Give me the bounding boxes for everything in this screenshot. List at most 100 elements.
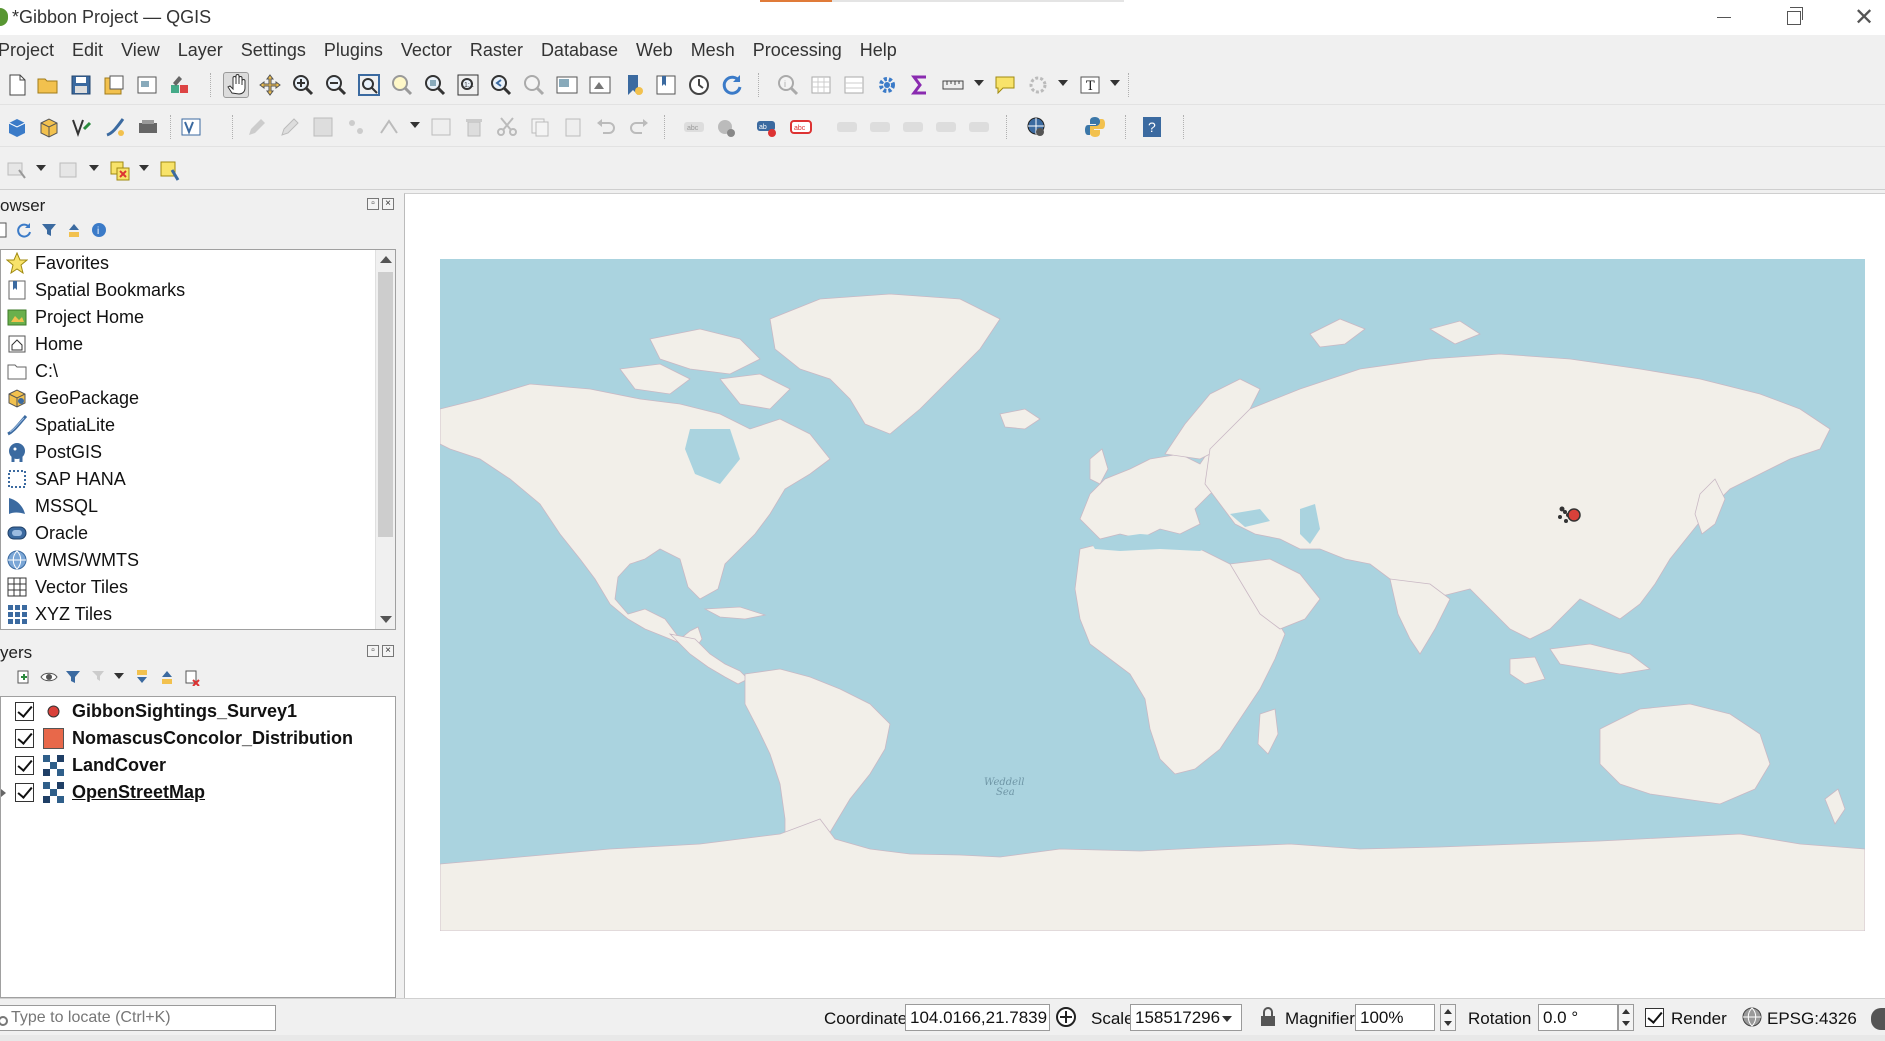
select-dropdown-arrow[interactable]	[36, 165, 46, 171]
style-manager-button[interactable]	[167, 72, 193, 98]
restore-button[interactable]	[1764, 0, 1824, 35]
new-geopackage-layer-button[interactable]	[36, 114, 62, 140]
minimize-button[interactable]	[1694, 0, 1754, 35]
layer-row-landcover[interactable]: LandCover	[1, 752, 395, 779]
open-project-button[interactable]	[35, 72, 61, 98]
float-panel-button[interactable]: ▫	[367, 645, 379, 657]
new-project-button[interactable]	[4, 72, 30, 98]
save-project-button[interactable]	[68, 72, 94, 98]
remove-layer-button[interactable]	[183, 668, 201, 687]
magnifier-field[interactable]: 100%	[1355, 1004, 1435, 1031]
collapse-all-button[interactable]	[158, 668, 176, 686]
menu-database[interactable]: Database	[541, 40, 618, 61]
close-panel-button[interactable]: ×	[382, 645, 394, 657]
help-contents-button[interactable]: ?	[1139, 114, 1165, 140]
locator-search-input[interactable]: Type to locate (Ctrl+K)	[0, 1005, 276, 1031]
browser-item-mssql[interactable]: MSSQL	[1, 493, 375, 520]
undo-button[interactable]	[593, 114, 619, 140]
menu-processing[interactable]: Processing	[753, 40, 842, 61]
refresh-button[interactable]	[719, 72, 745, 98]
attribute-table-button[interactable]	[808, 72, 834, 98]
new-bookmark-button[interactable]	[620, 72, 646, 98]
label-toolbar-button[interactable]: abc	[681, 114, 707, 140]
menu-edit[interactable]: Edit	[72, 40, 103, 61]
move-label-button[interactable]	[900, 114, 926, 140]
collapse-all-button[interactable]	[65, 221, 83, 239]
close-panel-button[interactable]: ×	[382, 198, 394, 210]
zoom-in-button[interactable]	[290, 72, 316, 98]
add-selected-layers-button[interactable]	[0, 221, 12, 239]
annotation-dropdown-arrow[interactable]	[1110, 80, 1120, 86]
crs-globe-icon[interactable]	[1740, 1005, 1764, 1029]
messages-icon[interactable]	[1871, 1008, 1885, 1030]
scroll-thumb[interactable]	[378, 272, 393, 537]
zoom-full-button[interactable]	[356, 72, 382, 98]
layer-visibility-checkbox[interactable]	[15, 756, 34, 775]
expand-arrow-icon[interactable]	[1, 789, 6, 797]
select-value-dropdown-arrow[interactable]	[89, 165, 99, 171]
filter-legend-button[interactable]	[64, 668, 82, 686]
rotation-field[interactable]: 0.0 °	[1538, 1004, 1618, 1031]
locator-dropdown-arrow[interactable]	[1058, 80, 1068, 86]
filter-dropdown-arrow[interactable]	[114, 673, 124, 679]
browser-item-wms-wmts[interactable]: WMS/WMTS	[1, 547, 375, 574]
new-temporary-layer-button[interactable]	[135, 114, 161, 140]
menu-vector[interactable]: Vector	[401, 40, 452, 61]
new-3d-view-button[interactable]	[587, 72, 613, 98]
scroll-down-icon[interactable]	[380, 616, 392, 623]
statistics-button[interactable]	[907, 72, 933, 98]
layer-visibility-checkbox[interactable]	[15, 729, 34, 748]
close-button[interactable]: ✕	[1834, 0, 1885, 35]
coordinate-field[interactable]: 104.0166,21.7839	[905, 1004, 1050, 1031]
map-tips-button[interactable]	[992, 72, 1018, 98]
menu-plugins[interactable]: Plugins	[324, 40, 383, 61]
browser-item-favorites[interactable]: Favorites	[1, 250, 375, 277]
cut-features-button[interactable]	[494, 114, 520, 140]
map-canvas[interactable]: Weddell Sea	[440, 259, 1865, 931]
python-console-button[interactable]	[1082, 114, 1108, 140]
menu-view[interactable]: View	[121, 40, 160, 61]
menu-raster[interactable]: Raster	[470, 40, 523, 61]
print-layout-button[interactable]	[134, 72, 160, 98]
expand-all-button[interactable]	[133, 668, 151, 686]
temporal-controller-button[interactable]	[686, 72, 712, 98]
delete-selected-button[interactable]	[461, 114, 487, 140]
browser-item-vector-tiles[interactable]: Vector Tiles	[1, 574, 375, 601]
show-hide-labels-button[interactable]	[867, 114, 893, 140]
new-shapefile-layer-button[interactable]	[69, 114, 95, 140]
data-source-manager-button[interactable]	[4, 114, 30, 140]
measure-button[interactable]	[940, 72, 966, 98]
layer-visibility-checkbox[interactable]	[15, 702, 34, 721]
current-edits-button[interactable]	[244, 114, 270, 140]
redo-button[interactable]	[626, 114, 652, 140]
label-highlight-button[interactable]: abc	[788, 114, 814, 140]
layer-styling-button[interactable]	[0, 668, 10, 686]
browser-item-postgis[interactable]: PostGIS	[1, 439, 375, 466]
select-by-value-button[interactable]	[56, 157, 82, 183]
scroll-up-icon[interactable]	[380, 256, 392, 263]
browser-item-c-drive[interactable]: C:\	[1, 358, 375, 385]
float-panel-button[interactable]: ▫	[367, 198, 379, 210]
manage-themes-button[interactable]	[40, 668, 58, 686]
browser-item-sap-hana[interactable]: SAP HANA	[1, 466, 375, 493]
browser-item-spatialite[interactable]: SpatiaLite	[1, 412, 375, 439]
menu-mesh[interactable]: Mesh	[691, 40, 735, 61]
add-group-button[interactable]	[15, 668, 33, 686]
select-location-button[interactable]	[157, 157, 183, 183]
properties-button[interactable]: i	[90, 221, 108, 239]
menu-web[interactable]: Web	[636, 40, 673, 61]
identify-features-button[interactable]: i	[775, 72, 801, 98]
deselect-dropdown-arrow[interactable]	[139, 165, 149, 171]
magnifier-spinner[interactable]	[1440, 1004, 1456, 1031]
deselect-all-button[interactable]	[107, 157, 133, 183]
browser-item-oracle[interactable]: Oracle	[1, 520, 375, 547]
measure-dropdown-arrow[interactable]	[974, 80, 984, 86]
lock-scale-icon[interactable]	[1256, 1005, 1280, 1029]
zoom-native-button[interactable]: 1:1	[455, 72, 481, 98]
change-label-button[interactable]	[966, 114, 992, 140]
field-calculator-button[interactable]	[841, 72, 867, 98]
rotate-label-button[interactable]	[933, 114, 959, 140]
metasearch-button[interactable]	[1023, 114, 1049, 140]
menu-layer[interactable]: Layer	[178, 40, 223, 61]
menu-settings[interactable]: Settings	[241, 40, 306, 61]
